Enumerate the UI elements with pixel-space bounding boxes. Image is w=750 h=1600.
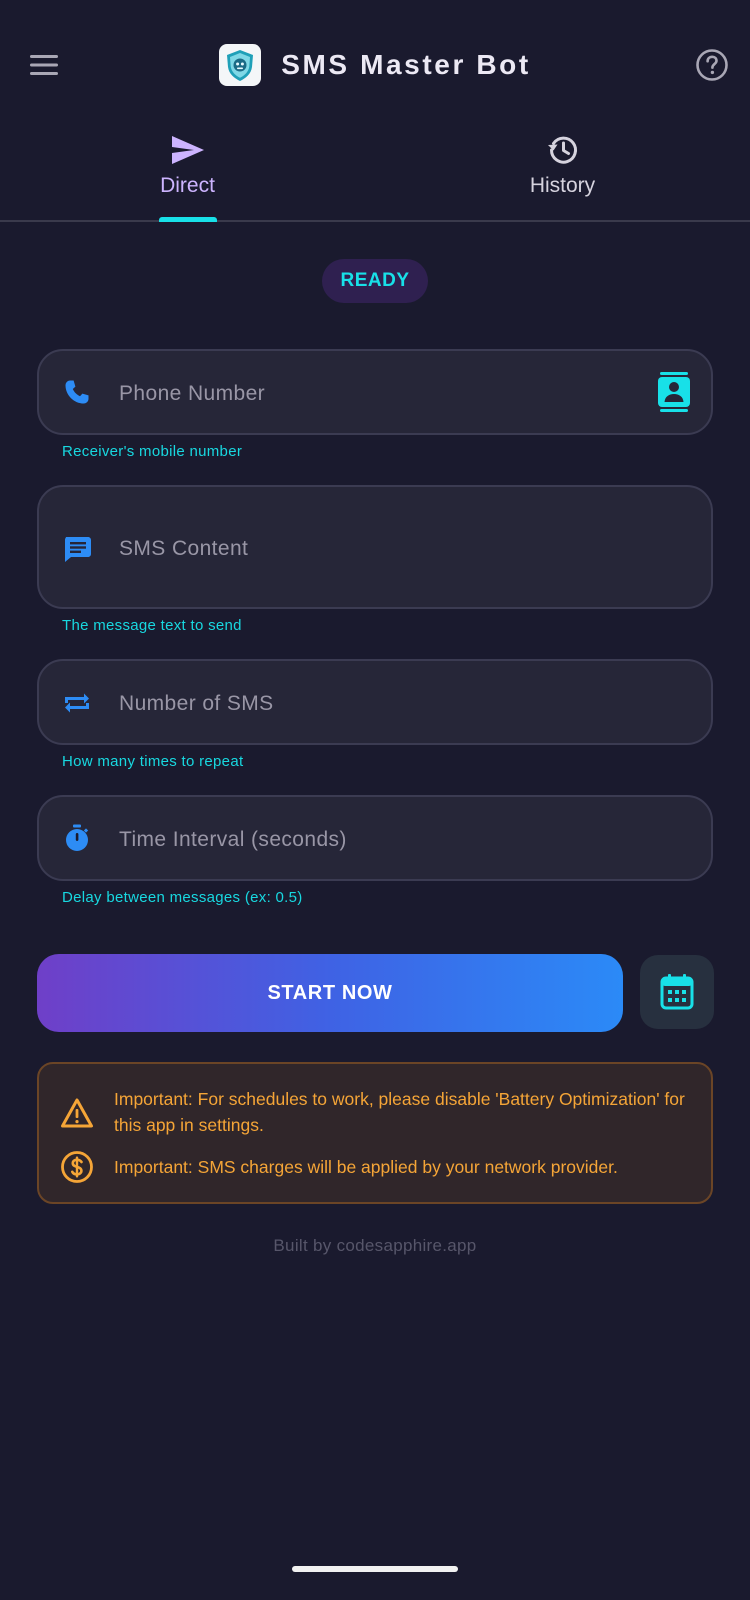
active-tab-indicator <box>158 217 217 222</box>
repeat-icon <box>61 687 93 719</box>
phone-icon <box>61 376 93 408</box>
app-bar: SMS Master Bot <box>0 0 750 130</box>
send-icon <box>171 136 204 164</box>
dollar-icon <box>59 1149 95 1185</box>
phone-number-helper: Receiver's mobile number <box>62 443 243 460</box>
status-badge: READY <box>322 259 428 303</box>
sms-content-field[interactable]: SMS Content <box>37 485 713 609</box>
help-button[interactable] <box>694 47 730 83</box>
shield-bot-logo <box>227 50 254 81</box>
sms-content-helper: The message text to send <box>62 617 242 634</box>
contact-book-icon <box>658 372 690 412</box>
help-circle-icon <box>696 49 728 81</box>
tab-history[interactable]: History <box>375 120 750 220</box>
sms-content-placeholder: SMS Content <box>119 537 249 560</box>
tab-direct-label: Direct <box>160 174 215 197</box>
app-logo <box>219 44 262 86</box>
time-interval-field[interactable]: Time Interval (seconds) <box>37 795 713 881</box>
schedule-button[interactable] <box>640 955 714 1029</box>
history-icon <box>547 136 577 164</box>
calendar-icon <box>660 974 694 1010</box>
tab-direct[interactable]: Direct <box>0 120 375 222</box>
notice-box: Important: For schedules to work, please… <box>37 1062 713 1204</box>
timer-icon <box>61 822 93 854</box>
contact-picker-button[interactable] <box>655 372 693 412</box>
app-title: SMS Master Bot <box>281 49 531 80</box>
notice-charges-text: Important: SMS charges will be applied b… <box>114 1157 618 1177</box>
notice-charges: Important: SMS charges will be applied b… <box>39 1150 715 1186</box>
message-icon <box>61 533 93 565</box>
time-interval-helper: Delay between messages (ex: 0.5) <box>62 889 303 906</box>
phone-number-placeholder: Phone Number <box>119 382 266 405</box>
app-brand: SMS Master Bot <box>0 42 750 88</box>
start-now-button[interactable]: START NOW <box>37 954 623 1032</box>
sms-count-placeholder: Number of SMS <box>119 692 274 715</box>
tab-bar: Direct History <box>0 120 750 222</box>
sms-count-helper: How many times to repeat <box>62 753 244 770</box>
sms-count-field[interactable]: Number of SMS <box>37 659 713 745</box>
phone-number-field[interactable]: Phone Number <box>37 349 713 435</box>
tab-history-label: History <box>529 174 596 197</box>
warning-icon <box>59 1095 95 1131</box>
time-interval-placeholder: Time Interval (seconds) <box>119 828 347 851</box>
notice-battery: Important: For schedules to work, please… <box>39 1086 715 1140</box>
notice-battery-text: Important: For schedules to work, please… <box>114 1089 685 1135</box>
footer-credit: Built by codesapphire.app <box>273 1236 477 1255</box>
home-indicator[interactable] <box>292 1566 458 1572</box>
app-screen: SMS Master Bot Direct History READY Phon… <box>0 0 750 1600</box>
